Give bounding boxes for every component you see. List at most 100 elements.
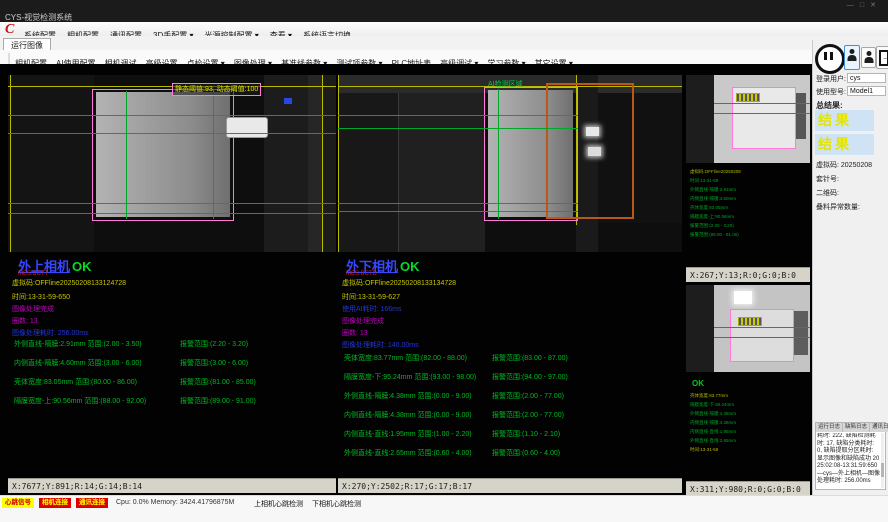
scrollbar-thumb[interactable] xyxy=(881,463,884,477)
camera-thumbnail-upper[interactable] xyxy=(686,75,810,163)
camera-panel-outer-upper: 静态阈值:93, 动态阈值:100 外上相机OK MES:BCTT 虚拟码:OF… xyxy=(8,75,336,493)
camera-connection-badge: 相机连接 xyxy=(39,498,71,508)
model-value[interactable]: Model1 xyxy=(847,86,886,96)
login-user-label: 登录用户: xyxy=(816,74,846,84)
threshold-overlay-label: 静态阈值:93, 动态阈值:100 xyxy=(172,83,261,96)
pause-icon xyxy=(830,52,833,60)
menu-bar: C 系统配置相机配置通讯配置3D手配置 ▾光源控制配置 ▾查看 ▾系统语言切换 xyxy=(0,22,888,37)
pixel-coordinates-bar: X:7677;Y:891;R:14;G:14;B:14 xyxy=(8,478,336,493)
lower-camera-heartbeat-check[interactable]: 下相机心跳检测 xyxy=(312,499,361,509)
measurement-alarm-range: 报警范围:(2.00 - 77.00) xyxy=(492,410,564,420)
measurement-row: 内侧直线-隔膜:4.38mm 范围:(0.00 - 9.00) 报警范围:(2.… xyxy=(338,410,682,429)
baseline xyxy=(126,91,127,219)
switch-user-button[interactable] xyxy=(861,47,876,68)
minimize-button[interactable]: — xyxy=(847,2,860,9)
machine-background xyxy=(686,285,714,372)
measurement-alarm-range: 报警范围:(1.10 - 2.10) xyxy=(492,429,560,439)
log-scrollbar[interactable] xyxy=(881,433,884,488)
thumbnail-text-lines: 壳体宽度:83.77mm隔膜宽度-下:95.24mm外侧直线-隔膜:4.38mm… xyxy=(690,391,808,454)
measurement-list: 壳体宽度:83.77mm 范围:(82.00 - 88.00) 报警范围:(83… xyxy=(338,353,682,467)
stack-anomaly-label: 叠料异常数量: xyxy=(816,202,860,212)
ok-status: OK xyxy=(72,259,92,274)
maximize-button[interactable]: □ xyxy=(860,2,870,9)
ai-region-label: AI检测区域 xyxy=(488,79,523,89)
login-user-button[interactable] xyxy=(844,45,860,70)
cpu-memory-text: Cpu: 0.0% Memory: 3424.41796875M xyxy=(116,499,234,506)
process-done-text: 图像处理完成 xyxy=(12,304,54,314)
measurement-value: 壳体宽度:83.77mm 范围:(82.00 - 88.00) xyxy=(344,353,467,363)
login-user-value[interactable]: cys xyxy=(847,73,886,83)
measurement-row: 内侧直线-直线:1.95mm 范围:(1.00 - 2.20) 报警范围:(1.… xyxy=(338,429,682,448)
thumbnail-text-line: 壳体宽度:83.05mm xyxy=(690,203,808,212)
baseline xyxy=(338,203,578,204)
log-tabs: 运行日志缺陷日志通讯日志 xyxy=(816,423,885,432)
baseline xyxy=(338,128,578,129)
log-tab[interactable]: 缺陷日志 xyxy=(843,423,870,432)
thumbnail-text-line: 外侧直线-隔膜:4.38mm xyxy=(690,409,808,418)
result-box-lower: 结果 xyxy=(815,134,874,155)
baseline xyxy=(714,113,810,114)
measurement-row: 外侧直线-隔膜:2.91mm 范围:(2.00 - 3.50) 报警范围:(2.… xyxy=(12,339,332,358)
machine-background xyxy=(308,75,322,252)
measurement-value: 壳体宽度:83.05mm 范围:(80.00 - 86.00) xyxy=(14,377,137,387)
thumbnail-text-line: 壳体宽度:83.77mm xyxy=(690,391,808,400)
log-tab[interactable]: 运行日志 xyxy=(816,423,843,432)
measurement-alarm-range: 报警范围:(81.00 - 85.00) xyxy=(180,377,256,387)
thumbnail-text-lines: 虚拟码:OFFline20250208时间:13-31-59外侧直线-隔膜:2.… xyxy=(690,167,808,239)
thumbnail-text-line: 内侧直线-隔膜:4.60mm xyxy=(690,194,808,203)
model-label: 使用型号: xyxy=(816,87,846,97)
virtual-barcode: 虚拟码:OFFline20250208133124728 xyxy=(12,278,126,288)
thumbnail-text-line: 时间:13-31-59 xyxy=(690,445,808,454)
exit-button[interactable]: → xyxy=(876,46,888,69)
measurement-alarm-range: 报警范围:(0.60 - 4.00) xyxy=(492,448,560,458)
measurement-row: 隔膜宽度-上:90.56mm 范围:(88.00 - 92.00) 报警范围:(… xyxy=(12,396,332,415)
measurement-value: 外侧直线-隔膜:4.38mm 范围:(0.00 - 9.00) xyxy=(344,391,472,401)
measurement-alarm-range: 报警范围:(2.20 - 3.20) xyxy=(180,339,248,349)
thumbnail-text-line: 隔膜宽度-上:90.56mm xyxy=(690,212,808,221)
baseline xyxy=(8,115,336,116)
result-box-upper: 结果 xyxy=(815,110,874,131)
camera-panel-inner-lower: OK 壳体宽度:83.77mm隔膜宽度-下:95.24mm外侧直线-隔膜:4.3… xyxy=(686,285,810,495)
measurement-value: 外侧直线-直线:2.65mm 范围:(0.60 - 4.00) xyxy=(344,448,472,458)
baseline xyxy=(213,91,214,219)
measurement-value: 内侧直线-直线:1.95mm 范围:(1.00 - 2.20) xyxy=(344,429,472,439)
exit-arrow-icon: → xyxy=(882,53,888,62)
process-elapsed: 图像处理耗时: 140.00ms xyxy=(342,340,419,350)
titlebar: CYS-视觉检测系统 —□✕ xyxy=(0,0,888,22)
main-area: 静态阈值:93, 动态阈值:100 外上相机OK MES:BCTT 虚拟码:OF… xyxy=(0,64,888,495)
camera-thumbnail-lower[interactable] xyxy=(686,285,810,372)
measurement-row: 壳体宽度:83.77mm 范围:(82.00 - 88.00) 报警范围:(83… xyxy=(338,353,682,372)
needle-number-label: 套针号: xyxy=(816,174,839,184)
status-bar: 心跳信号 相机连接 通讯连接 Cpu: 0.0% Memory: 3424.41… xyxy=(0,495,888,522)
thumbnail-text-line: 虚拟码:OFFline20250208 xyxy=(690,167,808,176)
process-elapsed: 图像处理耗时: 256.00ms xyxy=(12,328,89,338)
measurement-row: 外侧直线-隔膜:4.38mm 范围:(0.00 - 9.00) 报警范围:(2.… xyxy=(338,391,682,410)
measurement-list: 外侧直线-隔膜:2.91mm 范围:(2.00 - 3.50) 报警范围:(2.… xyxy=(12,339,332,415)
pause-button[interactable] xyxy=(815,44,845,74)
measurement-row: 外侧直线-直线:2.65mm 范围:(0.60 - 4.00) 报警范围:(0.… xyxy=(338,448,682,467)
measurement-alarm-range: 报警范围:(3.00 - 6.00) xyxy=(180,358,248,368)
camera-panel-outer-lower: AI检测区域 外下相机OK MES:BCTD 虚拟码:OFFline202502… xyxy=(338,75,682,493)
machine-background xyxy=(264,75,336,252)
baseline xyxy=(714,337,810,338)
camera-panel-inner-upper: 虚拟码:OFFline20250208时间:13-31-59外侧直线-隔膜:2.… xyxy=(686,75,810,280)
capture-time: 时间:13-31-59-627 xyxy=(342,292,400,302)
measurement-row: 壳体宽度:83.05mm 范围:(80.00 - 86.00) 报警范围:(81… xyxy=(12,377,332,396)
thumbnail-text-line: 报警范围:(89.00 - 91.00) xyxy=(690,230,808,239)
user-icon xyxy=(850,49,855,54)
process-done-text: 图像处理完成 xyxy=(342,316,384,326)
log-tab[interactable]: 通讯日志 xyxy=(870,423,888,432)
baseline xyxy=(498,89,499,219)
upper-camera-heartbeat-check[interactable]: 上相机心跳检测 xyxy=(254,499,303,509)
baseline xyxy=(714,327,810,328)
measurement-row: 隔膜宽度-下:95.24mm 范围:(93.00 - 98.00) 报警范围:(… xyxy=(338,372,682,391)
camera-image-outer-lower[interactable]: AI检测区域 xyxy=(338,75,682,252)
close-button[interactable]: ✕ xyxy=(870,2,882,9)
camera-image-outer-upper[interactable]: 静态阈值:93, 动态阈值:100 xyxy=(8,75,336,252)
machine-background xyxy=(338,75,398,252)
pixel-coordinates-bar: X:270;Y:2502;R:17;G:17;B:17 xyxy=(338,478,682,493)
control-sidebar: → 登录用户: cys 使用型号: Model1 总结果: 结果 结果 虚拟码:… xyxy=(812,40,888,495)
baseline xyxy=(714,103,810,104)
mes-status: MES:BCTD xyxy=(346,271,377,277)
virtual-barcode: 虚拟码:OFFline20250208133134728 xyxy=(342,278,456,288)
